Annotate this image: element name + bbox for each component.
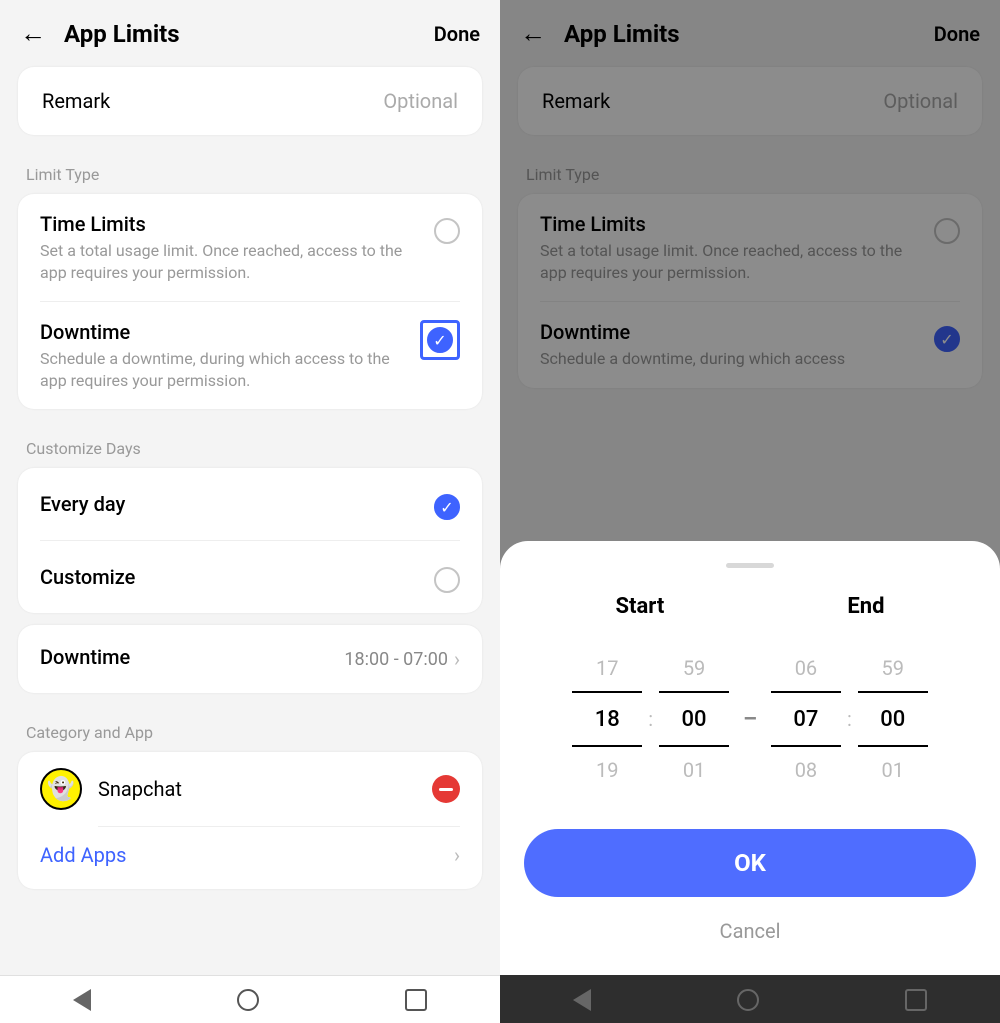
wheel-next: 01 <box>683 747 705 793</box>
wheel-next: 19 <box>596 747 618 793</box>
start-hour-wheel[interactable]: 17 18 19 <box>572 645 642 793</box>
android-navbar <box>0 975 500 1023</box>
screen-app-limits: ← App Limits Done Remark Optional Limit … <box>0 0 500 1023</box>
wheel-prev: 59 <box>882 645 904 691</box>
wheel-selected: 00 <box>858 691 928 747</box>
add-apps-label: Add Apps <box>40 843 126 867</box>
wheel-selected: 00 <box>659 691 729 747</box>
back-icon[interactable]: ← <box>20 18 46 49</box>
end-label: End <box>847 594 884 619</box>
downtime-title: Downtime <box>40 320 420 344</box>
focus-highlight: ✓ <box>420 320 460 360</box>
colon-icon: : <box>847 707 852 731</box>
start-minute-wheel[interactable]: 59 00 01 <box>659 645 729 793</box>
app-name: Snapchat <box>98 777 432 801</box>
nav-home-icon[interactable] <box>237 989 259 1011</box>
remark-label: Remark <box>42 89 110 113</box>
wheel-prev: 59 <box>683 645 705 691</box>
time-limits-title: Time Limits <box>40 212 428 236</box>
remark-field[interactable]: Remark Optional <box>18 67 482 135</box>
section-limit-type: Limit Type <box>18 147 482 194</box>
wheel-prev: 06 <box>795 645 817 691</box>
option-downtime[interactable]: Downtime Schedule a downtime, during whi… <box>18 302 482 409</box>
end-hour-wheel[interactable]: 06 07 08 <box>771 645 841 793</box>
nav-back-icon[interactable] <box>73 989 91 1011</box>
wheel-next: 08 <box>795 747 817 793</box>
wheel-selected: 07 <box>771 691 841 747</box>
every-day-label: Every day <box>40 492 125 516</box>
end-minute-wheel[interactable]: 59 00 01 <box>858 645 928 793</box>
wheel-selected: 18 <box>572 691 642 747</box>
time-picker-sheet: Start End 17 18 19 : 59 00 01 – 06 07 08… <box>500 541 1000 975</box>
downtime-row-label: Downtime <box>40 645 130 669</box>
done-button[interactable]: Done <box>434 22 480 46</box>
section-customize-days: Customize Days <box>18 421 482 468</box>
radio-unchecked-icon[interactable] <box>434 218 460 244</box>
add-apps-row[interactable]: Add Apps › <box>18 827 482 889</box>
downtime-row-value: 18:00 - 07:00 <box>344 649 448 670</box>
remove-icon[interactable] <box>432 775 460 803</box>
chevron-right-icon: › <box>454 843 460 867</box>
downtime-desc: Schedule a downtime, during which access… <box>40 348 420 391</box>
cancel-button[interactable]: Cancel <box>524 919 976 943</box>
wheel-next: 01 <box>882 747 904 793</box>
remark-placeholder: Optional <box>383 89 458 113</box>
range-dash-icon: – <box>743 707 757 732</box>
app-row-snapchat[interactable]: 👻 Snapchat <box>18 752 482 818</box>
screen-time-picker: ← App Limits Done Remark Optional Limit … <box>500 0 1000 1023</box>
snapchat-icon: 👻 <box>40 768 82 810</box>
ok-button[interactable]: OK <box>524 829 976 897</box>
downtime-schedule-row[interactable]: Downtime 18:00 - 07:00 › <box>18 625 482 693</box>
radio-unchecked-icon[interactable] <box>434 567 460 593</box>
page-title: App Limits <box>64 20 434 48</box>
chevron-right-icon: › <box>454 647 460 671</box>
option-every-day[interactable]: Every day ✓ <box>18 468 482 540</box>
wheel-prev: 17 <box>596 645 618 691</box>
colon-icon: : <box>648 707 653 731</box>
start-label: Start <box>616 594 665 619</box>
time-limits-desc: Set a total usage limit. Once reached, a… <box>40 240 428 283</box>
option-time-limits[interactable]: Time Limits Set a total usage limit. Onc… <box>18 194 482 301</box>
option-customize[interactable]: Customize <box>18 541 482 613</box>
sheet-handle-icon[interactable] <box>726 563 774 568</box>
customize-label: Customize <box>40 565 135 589</box>
nav-recent-icon[interactable] <box>405 989 427 1011</box>
radio-checked-icon[interactable]: ✓ <box>427 327 453 353</box>
section-category-app: Category and App <box>18 705 482 752</box>
radio-checked-icon[interactable]: ✓ <box>434 494 460 520</box>
